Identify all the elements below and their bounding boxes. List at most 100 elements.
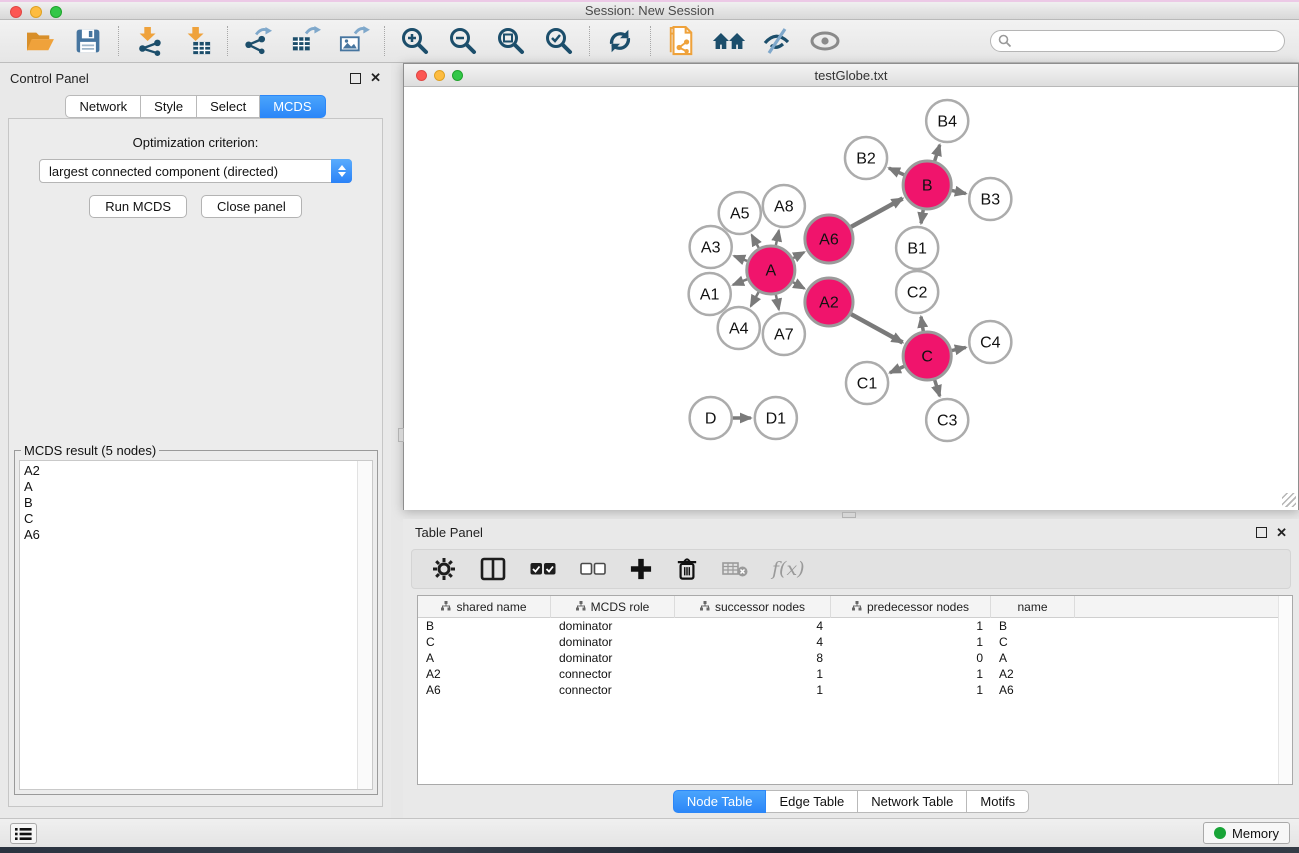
graph-node-B1[interactable]: B1 — [896, 227, 938, 269]
graph-edge-A-A8[interactable] — [776, 230, 779, 245]
graph-node-A2[interactable]: A2 — [805, 278, 853, 326]
trash-icon[interactable] — [676, 557, 698, 581]
task-history-button[interactable] — [10, 823, 37, 844]
mcds-result-listbox[interactable]: A2ABCA6 — [19, 460, 373, 790]
graph-node-C1[interactable]: C1 — [846, 362, 888, 404]
export-image-icon[interactable] — [338, 25, 370, 57]
network-zoom-button[interactable] — [452, 70, 463, 81]
tab-node-table[interactable]: Node Table — [673, 790, 767, 813]
mcds-result-item[interactable]: C — [24, 511, 372, 527]
zoom-selected-icon[interactable] — [543, 25, 575, 57]
graph-node-A[interactable]: A — [747, 246, 795, 294]
graph-edge-A-A4[interactable] — [751, 292, 759, 306]
float-table-panel-icon[interactable] — [1256, 527, 1267, 538]
import-table-icon[interactable] — [181, 25, 213, 57]
close-panel-button[interactable]: Close panel — [201, 195, 302, 218]
search-input[interactable] — [990, 30, 1285, 52]
close-panel-icon[interactable]: ✕ — [370, 70, 381, 86]
graph-node-A7[interactable]: A7 — [763, 313, 805, 355]
graph-edge-A-A6[interactable] — [793, 252, 804, 258]
column-header-mcds-role[interactable]: MCDS role — [551, 596, 675, 618]
graph-edge-A-A1[interactable] — [733, 279, 748, 285]
graph-edge-C-C4[interactable] — [952, 347, 966, 350]
graph-node-C[interactable]: C — [903, 332, 951, 380]
graph-node-A6[interactable]: A6 — [805, 215, 853, 263]
graph-edge-A-A7[interactable] — [776, 294, 779, 309]
eye-icon[interactable] — [809, 25, 841, 57]
optimization-criterion-select[interactable]: largest connected component (directed) — [39, 159, 352, 183]
graph-node-C4[interactable]: C4 — [969, 321, 1011, 363]
mcds-result-item[interactable]: A6 — [24, 527, 372, 543]
open-session-icon[interactable] — [24, 25, 56, 57]
table-row[interactable]: Cdominator41C — [418, 634, 1292, 650]
graph-node-B3[interactable]: B3 — [969, 178, 1011, 220]
zoom-window-button[interactable] — [50, 6, 62, 18]
graph-edge-C-C2[interactable] — [921, 317, 923, 332]
vertical-splitter-handle[interactable] — [398, 428, 404, 442]
hide-graphics-details-icon[interactable] — [761, 25, 793, 57]
graph-node-C2[interactable]: C2 — [896, 271, 938, 313]
window-resize-grip[interactable] — [1282, 493, 1296, 507]
column-header-successor-nodes[interactable]: successor nodes — [675, 596, 831, 618]
zoom-out-icon[interactable] — [447, 25, 479, 57]
table-row[interactable]: Adominator80A — [418, 650, 1292, 666]
graph-edge-C-C3[interactable] — [935, 380, 940, 396]
graph-node-C3[interactable]: C3 — [926, 399, 968, 441]
float-panel-icon[interactable] — [350, 73, 361, 84]
graph-node-B[interactable]: B — [903, 161, 951, 209]
graph-edge-A-A2[interactable] — [793, 282, 805, 288]
memory-button[interactable]: Memory — [1203, 822, 1290, 844]
zoom-fit-icon[interactable] — [495, 25, 527, 57]
column-header-shared-name[interactable]: shared name — [418, 596, 551, 618]
tab-network-table[interactable]: Network Table — [858, 790, 967, 813]
close-window-button[interactable] — [10, 6, 22, 18]
minimize-window-button[interactable] — [30, 6, 42, 18]
graph-edge-B-B3[interactable] — [952, 190, 966, 193]
delete-table-icon[interactable] — [722, 560, 748, 578]
graph-node-A4[interactable]: A4 — [718, 307, 760, 349]
mcds-result-item[interactable]: A2 — [24, 463, 372, 479]
graph-node-D1[interactable]: D1 — [755, 397, 797, 439]
graph-edge-A6-B[interactable] — [851, 199, 903, 227]
export-network-icon[interactable] — [242, 25, 274, 57]
apply-layout-icon[interactable] — [604, 25, 636, 57]
table-scrollbar[interactable] — [1278, 596, 1292, 784]
select-all-checkboxes-icon[interactable] — [530, 562, 556, 576]
graph-edge-A-A3[interactable] — [734, 256, 747, 261]
gear-icon[interactable] — [432, 557, 456, 581]
graph-node-A1[interactable]: A1 — [689, 273, 731, 315]
network-from-selection-icon[interactable] — [665, 25, 697, 57]
zoom-in-icon[interactable] — [399, 25, 431, 57]
column-header-predecessor-nodes[interactable]: predecessor nodes — [831, 596, 991, 618]
table-row[interactable]: Bdominator41B — [418, 618, 1292, 634]
horizontal-splitter-handle[interactable] — [842, 512, 856, 518]
graph-edge-B-B2[interactable] — [889, 168, 904, 175]
tab-style[interactable]: Style — [141, 95, 197, 118]
function-builder-icon[interactable]: f(x) — [772, 558, 805, 580]
export-table-icon[interactable] — [290, 25, 322, 57]
graph-node-B4[interactable]: B4 — [926, 100, 968, 142]
graph-node-A5[interactable]: A5 — [719, 192, 761, 234]
table-row[interactable]: A2connector11A2 — [418, 666, 1292, 682]
run-mcds-button[interactable]: Run MCDS — [89, 195, 187, 218]
import-network-icon[interactable] — [133, 25, 165, 57]
tab-edge-table[interactable]: Edge Table — [766, 790, 858, 813]
network-window-titlebar[interactable]: testGlobe.txt — [404, 64, 1298, 87]
network-canvas[interactable]: B4 B2 B B3 A5A8A6 B1 A3 A C2 A1 A2 A4A7 C C4 C1 C3 D D1 — [404, 88, 1298, 510]
tab-motifs[interactable]: Motifs — [967, 790, 1029, 813]
save-session-icon[interactable] — [72, 25, 104, 57]
graph-node-D[interactable]: D — [690, 397, 732, 439]
tab-mcds[interactable]: MCDS — [260, 95, 325, 118]
mcds-list-scrollbar[interactable] — [357, 461, 372, 789]
tab-network[interactable]: Network — [65, 95, 141, 118]
tab-select[interactable]: Select — [197, 95, 260, 118]
graph-edge-B-B4[interactable] — [935, 145, 940, 161]
network-graph[interactable]: B4 B2 B B3 A5A8A6 B1 A3 A C2 A1 A2 A4A7 C C4 C1 C3 D D1 — [404, 88, 1298, 510]
network-minimize-button[interactable] — [434, 70, 445, 81]
graph-node-B2[interactable]: B2 — [845, 137, 887, 179]
columns-icon[interactable] — [480, 557, 506, 581]
graph-node-A8[interactable]: A8 — [763, 185, 805, 227]
graph-edge-B-B1[interactable] — [921, 210, 923, 224]
graph-edge-A-A5[interactable] — [752, 235, 759, 248]
graph-node-A3[interactable]: A3 — [690, 226, 732, 268]
